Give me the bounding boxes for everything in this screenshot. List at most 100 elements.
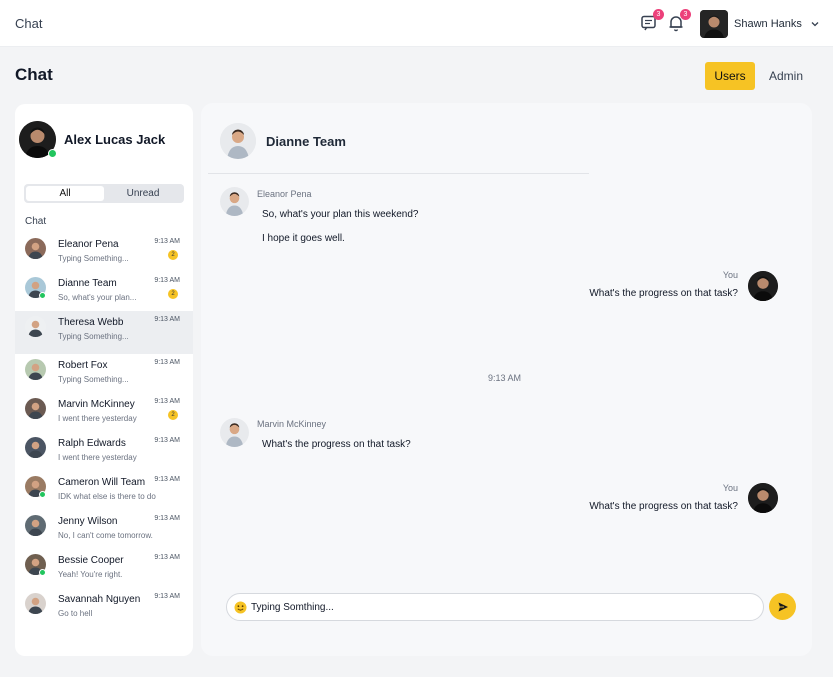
time-separator: 9:13 AM xyxy=(488,373,522,383)
contact-name: Eleanor Pena xyxy=(58,239,119,250)
contact-item[interactable]: Robert Fox Typing Something... 9:13 AM xyxy=(15,354,193,393)
current-user: Alex Lucas Jack xyxy=(19,121,165,158)
contact-name: Robert Fox xyxy=(58,360,108,371)
contact-time: 9:13 AM xyxy=(154,238,180,245)
contact-avatar xyxy=(25,593,46,614)
user-menu[interactable]: Shawn Hanks xyxy=(700,10,820,38)
contact-avatar xyxy=(25,316,46,337)
messages-button[interactable]: 3 xyxy=(640,9,664,32)
message-sender-you: You xyxy=(722,483,738,493)
unread-badge: 2 xyxy=(168,410,178,420)
top-nav-bar: Chat 3 3 Shawn Hanks xyxy=(0,0,833,47)
page-title: Chat xyxy=(15,65,53,84)
my-message-avatar xyxy=(748,483,778,513)
contact-preview: I went there yesterday xyxy=(58,414,137,423)
message-sender: Eleanor Pena xyxy=(257,189,312,199)
contact-item[interactable]: Cameron Will Team IDK what else is there … xyxy=(15,471,193,510)
message-sender: Marvin McKinney xyxy=(257,419,327,429)
contact-preview: Go to hell xyxy=(58,609,93,618)
filter-unread[interactable]: Unread xyxy=(104,186,182,201)
unread-badge: 2 xyxy=(168,289,178,299)
contact-item[interactable]: Ralph Edwards I went there yesterday 9:13 … xyxy=(15,432,193,471)
contact-item[interactable]: Theresa Webb Typing Something... 9:13 AM xyxy=(15,311,193,354)
contact-time: 9:13 AM xyxy=(154,554,180,561)
user-avatar xyxy=(700,10,728,38)
contact-avatar xyxy=(25,515,46,536)
conversation-title: Dianne Team xyxy=(266,133,346,149)
message-avatar xyxy=(220,418,249,447)
contact-preview: IDK what else is there to do xyxy=(58,492,156,501)
send-button[interactable] xyxy=(769,593,796,620)
contact-name: Dianne Team xyxy=(58,278,117,289)
contact-item[interactable]: Bessie Cooper Yeah! You're right. 9:13 AM xyxy=(15,549,193,588)
header-divider xyxy=(208,173,589,174)
contact-preview: Typing Something... xyxy=(58,375,129,384)
conversation-header: Dianne Team xyxy=(220,123,346,159)
contact-name: Cameron Will Team xyxy=(58,477,146,488)
message-sender-you: You xyxy=(722,270,738,280)
conversation-panel: Dianne Team Eleanor Pena So, what's your… xyxy=(201,103,812,656)
contact-time: 9:13 AM xyxy=(154,515,180,522)
contact-item[interactable]: Dianne Team So, what's your plan... 9:13 A… xyxy=(15,272,193,311)
message-avatar xyxy=(220,187,249,216)
contact-time: 9:13 AM xyxy=(154,277,180,284)
contact-item[interactable]: Eleanor Pena Typing Something... 9:13 AM 2 xyxy=(15,233,193,272)
contact-preview: I went there yesterday xyxy=(58,453,137,462)
unread-badge: 2 xyxy=(168,250,178,260)
contact-name: Savannah Nguyen xyxy=(58,594,141,605)
contact-preview: Yeah! You're right. xyxy=(58,570,123,579)
chat-filter-toggle: All Unread xyxy=(24,184,184,203)
current-user-name: Alex Lucas Jack xyxy=(64,132,166,147)
notifications-badge: 3 xyxy=(680,9,691,20)
online-indicator xyxy=(39,569,46,576)
contact-preview: So, what's your plan... xyxy=(58,293,137,302)
emoji-icon[interactable] xyxy=(234,601,247,614)
admin-tab-button[interactable]: Admin xyxy=(760,62,812,90)
contact-name: Bessie Cooper xyxy=(58,555,124,566)
contact-avatar xyxy=(25,398,46,419)
chat-list-label: Chat xyxy=(25,216,47,227)
contact-time: 9:13 AM xyxy=(154,316,180,323)
messages-badge: 3 xyxy=(653,9,664,20)
contact-time: 9:13 AM xyxy=(154,359,180,366)
contact-time: 9:13 AM xyxy=(154,437,180,444)
contact-avatar xyxy=(25,359,46,380)
message-composer xyxy=(226,593,764,621)
contact-preview: Typing Something... xyxy=(58,332,129,341)
online-indicator xyxy=(39,491,46,498)
contact-time: 9:13 AM xyxy=(154,593,180,600)
contact-avatar xyxy=(25,437,46,458)
chevron-down-icon xyxy=(811,22,819,27)
contact-time: 9:13 AM xyxy=(154,476,180,483)
contact-name: Theresa Webb xyxy=(58,317,124,328)
message-input[interactable] xyxy=(251,598,751,616)
contact-preview: Typing Something... xyxy=(58,254,129,263)
send-icon xyxy=(778,602,788,611)
online-indicator xyxy=(39,292,46,299)
contact-preview: No, I can't come tomorrow. xyxy=(58,531,153,540)
contact-name: Jenny Wilson xyxy=(58,516,118,527)
contact-item[interactable]: Savannah Nguyen Go to hell 9:13 AM xyxy=(15,588,193,627)
my-message-avatar xyxy=(748,271,778,301)
contact-list: Eleanor Pena Typing Something... 9:13 AM 2 D… xyxy=(15,233,193,627)
contact-name: Ralph Edwards xyxy=(58,438,126,449)
message-text: What's the progress on that task? xyxy=(589,288,738,299)
contact-item[interactable]: Marvin McKinney I went there yesterday 9:1… xyxy=(15,393,193,432)
notifications-button[interactable]: 3 xyxy=(667,9,691,32)
users-tab-button[interactable]: Users xyxy=(705,62,755,90)
message-text: What's the progress on that task? xyxy=(589,501,738,512)
contacts-panel: Alex Lucas Jack All Unread Chat Eleanor … xyxy=(15,104,193,656)
filter-all[interactable]: All xyxy=(26,186,104,201)
message-text: What's the progress on that task? xyxy=(262,439,411,450)
contact-time: 9:13 AM xyxy=(154,398,180,405)
app-title: Chat xyxy=(15,16,43,31)
contact-avatar xyxy=(25,238,46,259)
message-text: So, what's your plan this weekend? xyxy=(262,209,419,220)
current-user-avatar xyxy=(19,121,57,158)
message-text: I hope it goes well. xyxy=(262,233,345,244)
conversation-avatar xyxy=(220,123,256,159)
contact-name: Marvin McKinney xyxy=(58,399,135,410)
user-name: Shawn Hanks xyxy=(734,18,802,30)
online-indicator xyxy=(48,149,57,158)
contact-item[interactable]: Jenny Wilson No, I can't come tomorrow. 9:… xyxy=(15,510,193,549)
